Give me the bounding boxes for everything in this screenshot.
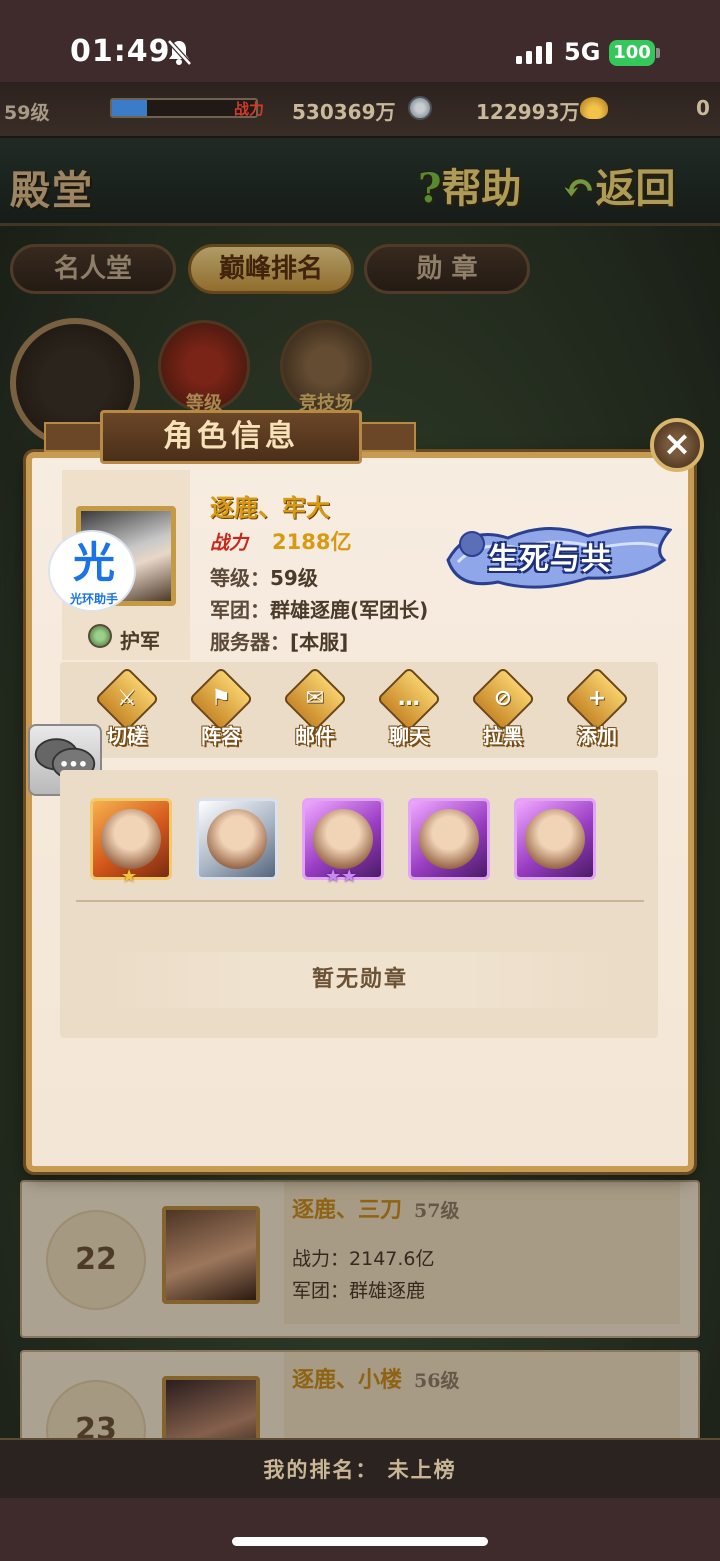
my-rank-bar: 我的排名： 未上榜 <box>0 1438 720 1498</box>
watermark-logo: 光 光环助手 <box>48 530 136 612</box>
action-button[interactable]: ⊘ 拉黑 <box>466 666 540 750</box>
player-level: 59级 <box>4 102 50 124</box>
resource-bar: 59级 战力 530369万 122993万 0 <box>0 82 720 138</box>
legion-label: 军团： <box>210 598 270 622</box>
action-glyph: ⚔ <box>117 686 137 711</box>
network-type: 5G <box>564 38 601 66</box>
cellular-signal-icon <box>516 42 552 64</box>
hero-stars: ★ <box>121 866 138 887</box>
action-label: 拉黑 <box>483 724 523 748</box>
action-label: 切磋 <box>107 724 147 748</box>
bell-muted-icon <box>167 39 192 66</box>
header-ornament-left <box>44 422 104 452</box>
bond-badge-text: 生死与共 <box>488 542 612 577</box>
ingot-amount: 0 <box>696 96 710 120</box>
hero-portrait[interactable] <box>196 798 278 880</box>
battery-tip <box>656 48 660 58</box>
action-label: 邮件 <box>295 724 335 748</box>
hero-portrait[interactable]: ★★ <box>302 798 384 887</box>
coin-amount: 122993万 <box>476 100 580 124</box>
no-medal-banner: 暂无勋章 <box>100 952 620 1008</box>
silver-coin-icon <box>408 96 432 120</box>
close-button[interactable]: × <box>650 418 704 472</box>
hero-portrait[interactable]: ★ <box>90 798 172 887</box>
gold-ingot-icon <box>580 97 608 119</box>
action-label: 阵容 <box>201 724 241 748</box>
action-button[interactable]: + 添加 <box>560 666 634 750</box>
hero-face <box>313 809 373 869</box>
action-glyph: + <box>587 686 607 711</box>
dialog-title: 角色信息 <box>100 410 362 464</box>
hero-portrait[interactable] <box>514 798 596 880</box>
action-glyph: ⚑ <box>211 686 231 711</box>
hero-portrait[interactable] <box>408 798 490 880</box>
watermark-logo-text: 光环助手 <box>69 592 118 606</box>
hero-face <box>525 809 585 869</box>
level-label: 等级： <box>210 566 270 590</box>
total-power: 530369万 <box>292 100 396 124</box>
power-tag: 战力 <box>234 100 265 118</box>
action-button[interactable]: … 聊天 <box>372 666 446 750</box>
action-glyph: ✉ <box>305 686 325 711</box>
watermark-logo-char: 光 <box>72 538 115 587</box>
level-value: 59级 <box>270 566 318 590</box>
section-divider <box>76 900 644 902</box>
header-ornament-right <box>356 422 416 452</box>
hero-face <box>101 809 161 869</box>
screen: 01:49 5G 100 59级 战力 530369万 122993万 0 殿堂… <box>0 0 720 1561</box>
action-button[interactable]: ✉ 邮件 <box>278 666 352 750</box>
hero-face <box>419 809 479 869</box>
no-medal-text: 暂无勋章 <box>311 967 408 992</box>
hero-stars: ★★ <box>325 866 358 887</box>
status-bar: 01:49 5G 100 <box>0 0 720 82</box>
battery-indicator: 100 <box>609 40 655 66</box>
status-time: 01:49 <box>70 34 171 69</box>
server-value: [本服] <box>290 630 349 654</box>
action-button[interactable]: ⚔ 切磋 <box>90 666 164 750</box>
exp-bar-fill <box>112 100 147 116</box>
power-tag: 战力 <box>210 532 249 554</box>
title-badge-label: 护军 <box>120 629 160 653</box>
player-server-line: 服务器：[本服] <box>210 626 348 655</box>
title-badge-icon <box>88 624 112 648</box>
legion-value: 群雄逐鹿(军团长) <box>270 598 429 622</box>
action-glyph: ⊘ <box>493 686 513 711</box>
player-level-line: 等级：59级 <box>210 562 318 591</box>
player-power: 2188亿 <box>272 530 352 554</box>
action-label: 添加 <box>577 724 617 748</box>
player-legion-line: 军团：群雄逐鹿(军团长) <box>210 594 428 623</box>
action-button[interactable]: ⚑ 阵容 <box>184 666 258 750</box>
bottom-safe-area <box>0 1498 720 1561</box>
hero-face <box>207 809 267 869</box>
action-glyph: … <box>398 686 420 711</box>
player-name: 逐鹿、牢大 <box>210 493 330 522</box>
action-label: 聊天 <box>389 724 429 748</box>
server-label: 服务器： <box>210 630 290 654</box>
home-indicator[interactable] <box>232 1537 488 1546</box>
